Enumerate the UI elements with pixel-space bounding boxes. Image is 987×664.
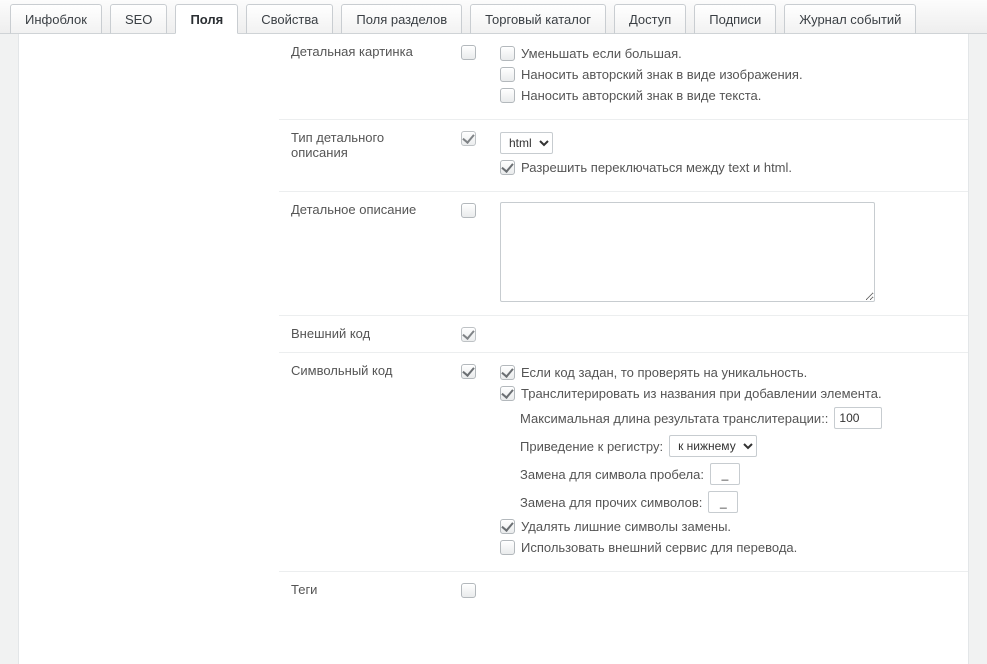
tab-event-log[interactable]: Журнал событий (784, 4, 916, 34)
text-translit: Транслитерировать из названия при добавл… (521, 386, 882, 401)
active-checkbox-external-code (461, 327, 476, 342)
text-shrink: Уменьшать если большая. (521, 46, 682, 61)
row-detail-text: Детальное описание (279, 192, 968, 316)
checkbox-watermark-text[interactable] (500, 88, 515, 103)
text-watermark-text: Наносить авторский знак в виде текста. (521, 88, 761, 103)
input-other-replace[interactable] (708, 491, 738, 513)
checkbox-allow-switch[interactable] (500, 160, 515, 175)
textarea-detail-text[interactable] (500, 202, 875, 302)
active-checkbox-tags[interactable] (461, 583, 476, 598)
active-checkbox-detail-text[interactable] (461, 203, 476, 218)
text-unique: Если код задан, то проверять на уникальн… (521, 365, 807, 380)
label-symbol-code: Символьный код (279, 353, 449, 572)
tabs-bar: Инфоблок SEO Поля Свойства Поля разделов… (0, 0, 987, 34)
checkbox-unique[interactable] (500, 365, 515, 380)
checkbox-external-service[interactable] (500, 540, 515, 555)
row-external-code: Внешний код (279, 316, 968, 353)
label-case: Приведение к регистру: (520, 439, 663, 454)
fields-table: Детальная картинка Уменьшать если больша… (279, 34, 968, 608)
checkbox-shrink[interactable] (500, 46, 515, 61)
active-checkbox-detail-text-type (461, 131, 476, 146)
input-space-replace[interactable] (710, 463, 740, 485)
row-symbol-code: Символьный код Если код задан, то провер… (279, 353, 968, 572)
text-allow-switch: Разрешить переключаться между text и htm… (521, 160, 792, 175)
label-external-code: Внешний код (279, 316, 449, 353)
tab-catalog[interactable]: Торговый каталог (470, 4, 606, 34)
text-watermark-image: Наносить авторский знак в виде изображен… (521, 67, 803, 82)
active-checkbox-detail-picture[interactable] (461, 45, 476, 60)
row-detail-text-type: Тип детального описания html Разрешить п… (279, 120, 968, 192)
tab-access[interactable]: Доступ (614, 4, 686, 34)
text-trim: Удалять лишние символы замены. (521, 519, 731, 534)
label-detail-text-type: Тип детального описания (279, 120, 449, 192)
active-checkbox-symbol-code[interactable] (461, 364, 476, 379)
tab-fields[interactable]: Поля (175, 4, 238, 34)
checkbox-trim[interactable] (500, 519, 515, 534)
row-detail-picture: Детальная картинка Уменьшать если больша… (279, 34, 968, 120)
select-case[interactable]: к нижнему (669, 435, 757, 457)
tab-captions[interactable]: Подписи (694, 4, 776, 34)
input-maxlen[interactable] (834, 407, 882, 429)
tab-section-fields[interactable]: Поля разделов (341, 4, 462, 34)
tab-infoblock[interactable]: Инфоблок (10, 4, 102, 34)
tab-properties[interactable]: Свойства (246, 4, 333, 34)
select-detail-text-type[interactable]: html (500, 132, 553, 154)
row-tags: Теги (279, 572, 968, 609)
checkbox-translit[interactable] (500, 386, 515, 401)
form-panel: Детальная картинка Уменьшать если больша… (18, 34, 969, 664)
tab-seo[interactable]: SEO (110, 4, 167, 34)
label-tags: Теги (279, 572, 449, 609)
label-space-replace: Замена для символа пробела: (520, 467, 704, 482)
text-external-service: Использовать внешний сервис для перевода… (521, 540, 797, 555)
label-maxlen: Максимальная длина результата транслитер… (520, 411, 828, 426)
label-detail-picture: Детальная картинка (279, 34, 449, 120)
label-other-replace: Замена для прочих символов: (520, 495, 702, 510)
label-detail-text: Детальное описание (279, 192, 449, 316)
checkbox-watermark-image[interactable] (500, 67, 515, 82)
